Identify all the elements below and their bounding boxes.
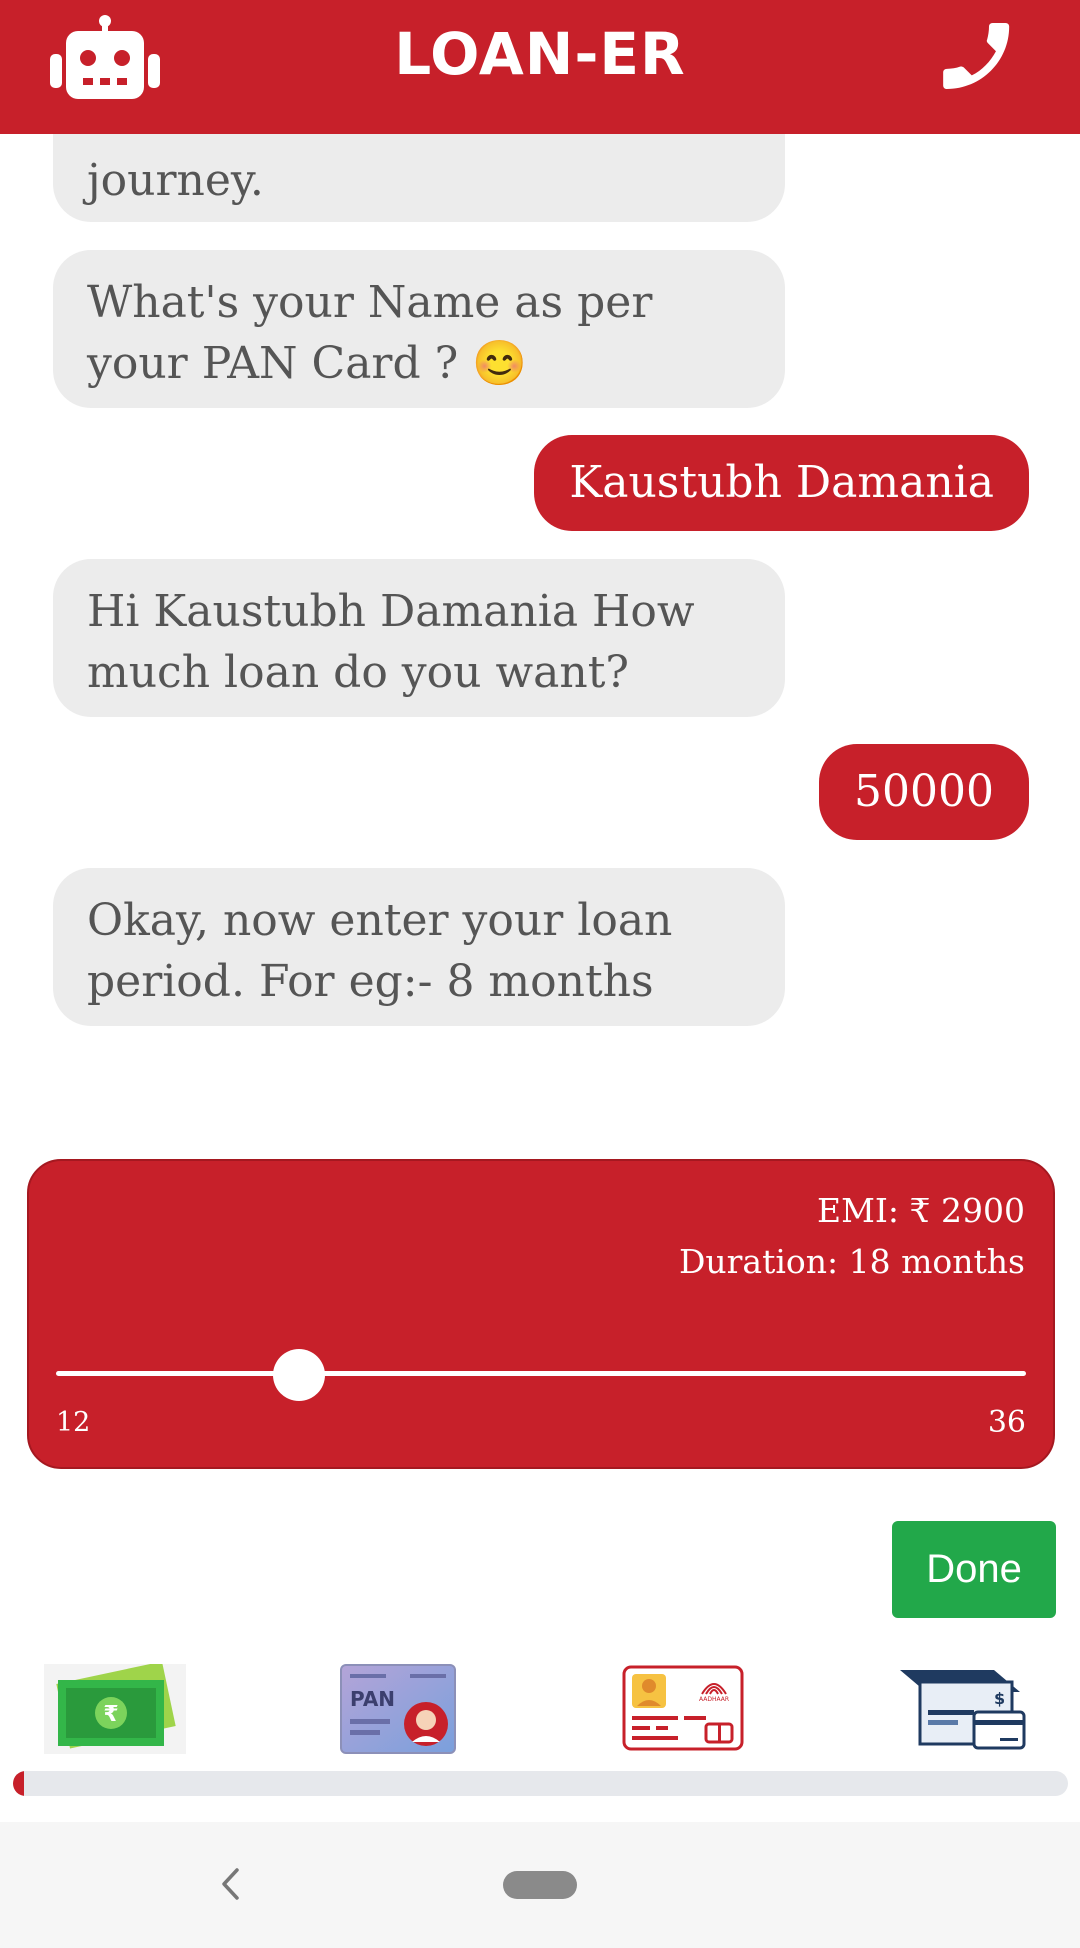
progress-bar [13, 1771, 1068, 1796]
money-icon[interactable]: ₹ [44, 1664, 186, 1754]
chevron-left-icon[interactable] [215, 1862, 245, 1906]
bot-message: What's your Name as per your PAN Card ? … [53, 250, 785, 408]
bot-message: journey. [53, 134, 785, 222]
svg-text:$: $ [994, 1689, 1005, 1708]
slider-thumb[interactable] [272, 1349, 325, 1401]
aadhaar-card-icon[interactable]: AADHAAR [622, 1664, 744, 1754]
svg-text:₹: ₹ [103, 1702, 118, 1727]
pan-label: PAN [350, 1687, 395, 1711]
duration-text: Duration: 18 months [678, 1242, 1025, 1281]
slider-track[interactable] [56, 1371, 1026, 1376]
phone-icon[interactable] [934, 12, 1022, 100]
user-message: Kaustubh Damania [534, 435, 1029, 531]
chat-area[interactable]: journey. What's your Name as per your PA… [0, 134, 1080, 1100]
app-header: LOAN-ER [0, 0, 1080, 134]
message-text: 50000 [854, 766, 994, 817]
user-message: 50000 [819, 744, 1029, 840]
bot-message: Okay, now enter your loan period. For eg… [53, 868, 785, 1026]
message-text: Okay, now enter your loan period. For eg… [87, 895, 673, 1007]
bot-message: Hi Kaustubh Damania How much loan do you… [53, 559, 785, 717]
emi-text: EMI: ₹ 2900 [817, 1191, 1025, 1230]
done-button[interactable]: Done [892, 1521, 1056, 1618]
loan-period-panel: EMI: ₹ 2900 Duration: 18 months 12 36 [27, 1159, 1055, 1469]
pan-card-icon[interactable]: PAN [340, 1664, 456, 1754]
message-text: journey. [87, 155, 264, 206]
message-text: What's your Name as per your PAN Card ? … [87, 277, 653, 389]
aadhaar-label: AADHAAR [699, 1696, 729, 1703]
progress-fill [13, 1771, 24, 1796]
message-text: Kaustubh Damania [569, 457, 994, 508]
app-title: LOAN-ER [394, 20, 686, 88]
slider-max-label: 36 [987, 1405, 1026, 1440]
slider-min-label: 12 [56, 1407, 91, 1438]
message-text: Hi Kaustubh Damania How much loan do you… [87, 586, 695, 698]
home-pill[interactable] [503, 1871, 577, 1899]
bank-cheque-icon[interactable]: $ [898, 1664, 1030, 1754]
